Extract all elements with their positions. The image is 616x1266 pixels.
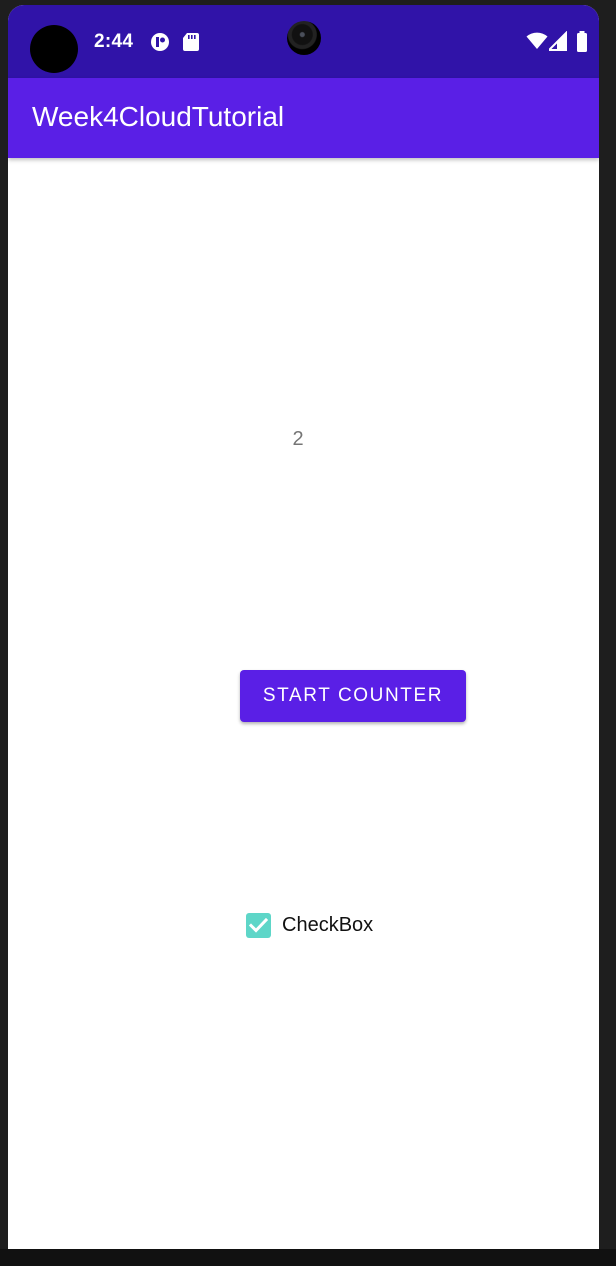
counter-value: 2: [292, 428, 304, 450]
cellular-signal-icon: [546, 30, 567, 53]
sd-card-icon: [182, 32, 202, 52]
checkbox-checked-icon[interactable]: [246, 912, 271, 938]
wifi-icon: [526, 31, 548, 53]
start-counter-button[interactable]: START COUNTER: [240, 670, 466, 722]
status-bar: 2:44: [8, 5, 599, 78]
app-title: Week4CloudTutorial: [32, 101, 285, 132]
status-time: 2:44: [94, 31, 134, 52]
app-screen: 2:44 Week4CloudTutorial 2 START COUNTER …: [8, 5, 599, 1249]
app-bar: Week4CloudTutorial: [8, 78, 599, 158]
device-frame: 2:44 Week4CloudTutorial 2 START COUNTER …: [0, 0, 616, 1266]
battery-icon: [576, 31, 588, 53]
front-camera-icon: [287, 21, 321, 55]
checkbox-label: CheckBox: [282, 913, 374, 936]
navigation-bar: [0, 1249, 616, 1266]
notification-icon: [150, 32, 170, 52]
avatar: [30, 25, 78, 73]
checkbox-row[interactable]: CheckBox: [246, 910, 373, 940]
